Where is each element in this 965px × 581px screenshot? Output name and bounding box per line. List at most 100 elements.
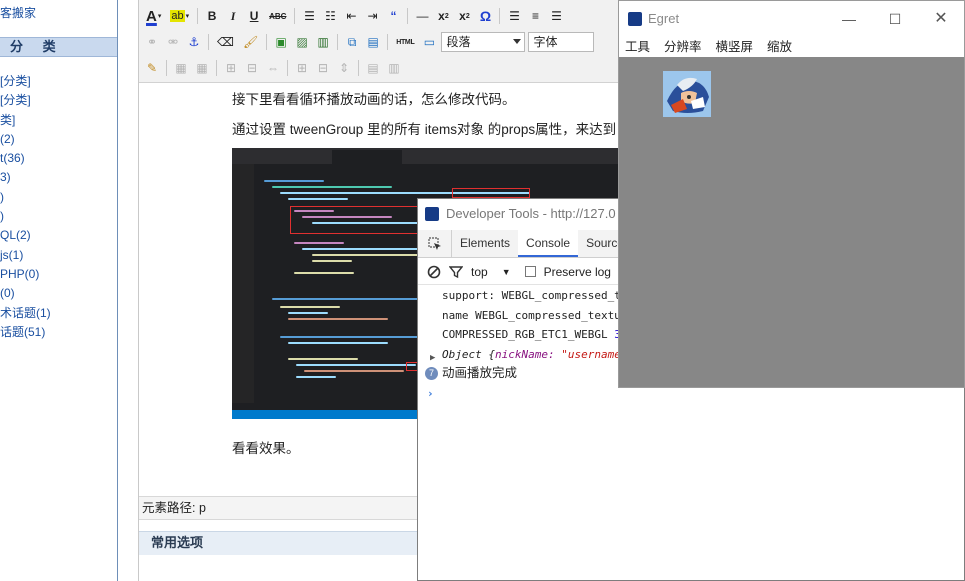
split-cells-icon[interactable]: ▥ <box>385 58 403 78</box>
preserve-log-checkbox[interactable] <box>524 266 536 277</box>
menu-orientation[interactable]: 横竖屏 <box>716 37 754 57</box>
category-item[interactable]: (0) <box>0 284 51 303</box>
insert-image-icon[interactable]: ▣ <box>272 32 290 52</box>
link-icon[interactable]: ⚭ <box>143 32 161 52</box>
chevron-down-icon[interactable]: ▼ <box>502 267 511 277</box>
align-center-icon[interactable]: ≡ <box>526 6 544 26</box>
category-item[interactable]: ) <box>0 188 51 207</box>
category-item[interactable]: [分类] <box>0 91 51 110</box>
highlight-box <box>452 188 530 198</box>
fullscreen-icon[interactable]: ▭ <box>420 32 438 52</box>
category-item[interactable]: QL(2) <box>0 226 51 245</box>
code-line <box>312 260 352 262</box>
code-line <box>280 306 340 308</box>
anchor-icon[interactable]: ⚓ <box>185 32 203 52</box>
format-brush-icon[interactable]: 🖌 <box>240 32 261 52</box>
paragraph-select-value: 段落 <box>446 35 471 49</box>
preserve-log-label: Preserve log <box>543 264 611 279</box>
egret-title: Egret <box>648 11 680 26</box>
category-item[interactable]: [分类] <box>0 72 51 91</box>
merge-col-icon[interactable]: ⇕ <box>335 58 353 78</box>
editor-toolbar: A ▾ ab ▾ B I U ABC ☰ ☷ ⇤ ⇥ “ — x2 x2 Ω ☰ ≡… <box>139 0 618 83</box>
delete-table-icon[interactable]: ▦ <box>193 58 211 78</box>
delete-row-icon[interactable]: ⊟ <box>243 58 261 78</box>
category-item[interactable]: ) <box>0 207 51 226</box>
animated-sprite <box>663 71 711 117</box>
subscript-icon[interactable]: x2 <box>434 6 452 26</box>
bold-icon[interactable]: B <box>203 6 221 26</box>
delete-col-icon[interactable]: ⊟ <box>314 58 332 78</box>
code-line <box>288 342 388 344</box>
egret-stage[interactable] <box>619 57 964 387</box>
superscript-icon[interactable]: x2 <box>455 6 473 26</box>
special-char-icon[interactable]: Ω <box>476 6 494 26</box>
code-line <box>294 242 344 244</box>
category-sidebar: 客搬家 分 类 [分类] [分类] 类] (2) t(36) 3) ) ) QL… <box>0 0 118 581</box>
category-item[interactable]: 类] <box>0 111 51 130</box>
insert-picture-icon[interactable]: ▨ <box>293 32 311 52</box>
category-item[interactable]: 3) <box>0 168 51 187</box>
category-header: 分 类 <box>0 37 117 57</box>
category-item[interactable]: t(36) <box>0 149 51 168</box>
align-right-icon[interactable]: ☰ <box>547 6 565 26</box>
blog-move-link[interactable]: 客搬家 <box>0 4 36 21</box>
devtools-title: Developer Tools - http://127.0 <box>446 206 616 221</box>
clear-console-icon[interactable] <box>427 265 441 279</box>
menu-tools[interactable]: 工具 <box>625 37 650 57</box>
eraser-icon[interactable]: ⌫ <box>214 32 237 52</box>
align-left-icon[interactable]: ☰ <box>505 6 523 26</box>
insert-row-icon[interactable]: ⊞ <box>222 58 240 78</box>
toolbar-divider <box>266 34 268 50</box>
category-item[interactable]: 术话题(1) <box>0 304 51 323</box>
egret-app-icon <box>628 12 642 26</box>
tab-elements[interactable]: Elements <box>452 230 518 257</box>
blockquote-icon[interactable]: “ <box>384 6 402 26</box>
underline-icon[interactable]: U <box>245 6 263 26</box>
code-editor-tabs <box>232 148 618 164</box>
unlink-icon[interactable]: ⚮ <box>164 32 182 52</box>
category-item[interactable]: PHP(0) <box>0 265 51 284</box>
code-line <box>288 358 358 360</box>
indent-icon[interactable]: ⇥ <box>363 6 381 26</box>
insert-col-icon[interactable]: ⊞ <box>293 58 311 78</box>
outdent-icon[interactable]: ⇤ <box>342 6 360 26</box>
numbered-list-icon[interactable]: ☷ <box>321 6 339 26</box>
paragraph-select[interactable]: 段落 <box>441 32 526 52</box>
close-icon[interactable]: ✕ <box>918 1 964 37</box>
toolbar-divider <box>197 8 199 24</box>
minimize-icon[interactable]: — <box>826 1 872 37</box>
code-line <box>294 272 354 274</box>
category-item[interactable]: (2) <box>0 130 51 149</box>
line-number-gutter <box>232 164 254 403</box>
horizontal-rule-icon[interactable]: — <box>413 6 431 26</box>
insert-video-icon[interactable]: ▥ <box>314 32 332 52</box>
toolbar-divider <box>166 60 167 76</box>
toolbar-divider <box>287 60 288 76</box>
bullet-list-icon[interactable]: ☰ <box>300 6 318 26</box>
maximize-icon[interactable]: ☐ <box>872 1 918 37</box>
html-source-button[interactable]: HTML <box>393 32 417 52</box>
category-item[interactable]: js(1) <box>0 246 51 265</box>
category-item[interactable]: 话题(51) <box>0 323 51 342</box>
strikethrough-icon[interactable]: ABC <box>266 6 289 26</box>
italic-icon[interactable]: I <box>224 6 242 26</box>
edit-icon[interactable]: ✎ <box>143 58 161 78</box>
font-select-value: 字体 <box>533 35 558 49</box>
highlight-color-icon[interactable]: ab ▾ <box>167 6 192 26</box>
chevron-down-icon <box>513 39 522 44</box>
preview-icon[interactable]: ▤ <box>364 32 382 52</box>
menu-resolution[interactable]: 分辨率 <box>664 37 702 57</box>
content-paragraph: 看看效果。 <box>232 441 300 456</box>
console-prompt-icon: › <box>427 386 434 400</box>
merge-cells-icon[interactable]: ▤ <box>364 58 382 78</box>
context-select[interactable]: top <box>471 265 488 279</box>
inspect-element-icon[interactable] <box>418 230 452 257</box>
code-insert-icon[interactable]: ⧉ <box>343 32 361 52</box>
font-select[interactable]: 字体 <box>528 32 595 52</box>
menu-zoom[interactable]: 缩放 <box>767 37 792 57</box>
filter-icon[interactable] <box>448 265 464 279</box>
table-icon[interactable]: ▦ <box>172 58 190 78</box>
font-color-icon[interactable]: A ▾ <box>143 6 164 26</box>
tab-console[interactable]: Console <box>518 230 579 257</box>
merge-row-icon[interactable]: ⇔ <box>264 58 282 78</box>
